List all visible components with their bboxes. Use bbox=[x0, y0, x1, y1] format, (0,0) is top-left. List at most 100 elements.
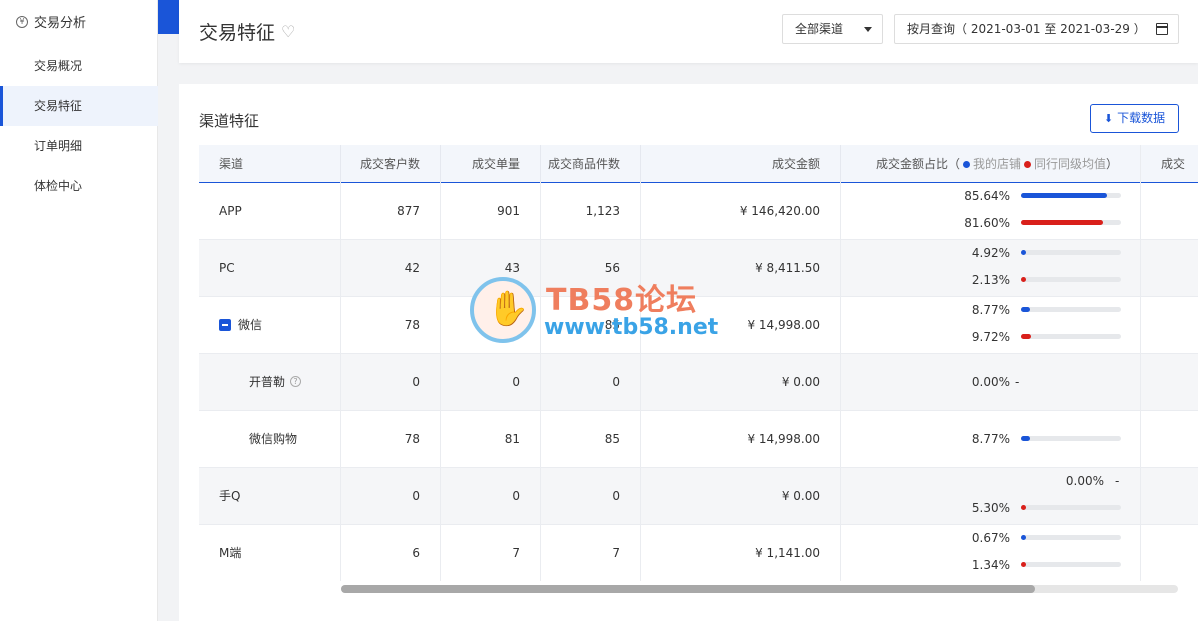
col-items[interactable]: 成交商品件数 bbox=[541, 145, 641, 183]
sidebar-item-order-detail[interactable]: 订单明细 bbox=[0, 126, 158, 166]
mine-share: 0.00% - bbox=[841, 471, 1141, 491]
cell-orders: 0 bbox=[441, 354, 541, 411]
sidebar-item-health-check[interactable]: 体检中心 bbox=[0, 166, 158, 206]
cell-items: 7 bbox=[541, 525, 641, 581]
cell-share: 85.64% 81.60% bbox=[841, 183, 1141, 240]
mine-share: 4.92% bbox=[841, 243, 1141, 263]
cell-items: 1,123 bbox=[541, 183, 641, 240]
peer-bar bbox=[1021, 334, 1031, 339]
col-amount[interactable]: 成交金额 bbox=[641, 145, 841, 183]
accent-strip bbox=[158, 0, 179, 34]
mine-share: 0.00% - bbox=[841, 372, 1141, 392]
col-orders[interactable]: 成交单量 bbox=[441, 145, 541, 183]
table-row: 微信购物 78 81 85 ¥ 14,998.00 8.77% bbox=[199, 411, 1198, 468]
mine-pct: 4.92% bbox=[971, 246, 1010, 260]
cell-channel: M端 bbox=[199, 525, 341, 581]
bar-track bbox=[1021, 220, 1121, 225]
yen-circle-icon: ¥ bbox=[16, 15, 28, 28]
peer-legend-dot bbox=[1023, 161, 1031, 168]
channel-select-value: 全部渠道 bbox=[795, 22, 844, 36]
col-channel: 渠道 bbox=[199, 145, 341, 183]
peer-pct: 2.13% bbox=[971, 273, 1010, 287]
bar-track bbox=[1021, 562, 1121, 567]
cell-channel: 开普勒? bbox=[199, 354, 341, 411]
mine-share: 85.64% bbox=[841, 186, 1141, 206]
heart-icon[interactable]: ♡ bbox=[281, 22, 295, 41]
peer-pct: 81.60% bbox=[964, 216, 1010, 230]
cell-orders: 43 bbox=[441, 240, 541, 297]
cell-share: 0.67% 1.34% bbox=[841, 525, 1141, 581]
table-header: 渠道 成交客户数 成交单量 成交商品件数 成交金额 成交金额占比（ 我的店铺 同行同… bbox=[199, 145, 1198, 183]
peer-pct: 1.34% bbox=[971, 558, 1010, 572]
peer-pct: 5.30% bbox=[971, 501, 1010, 515]
cell-orders: 81 bbox=[441, 411, 541, 468]
sidebar-item-label: 订单明细 bbox=[34, 139, 83, 153]
mine-pct: 8.77% bbox=[971, 303, 1010, 317]
table-row: 微信 78 81 85 ¥ 14,998.00 8.77% 9.72% bbox=[199, 297, 1198, 354]
sidebar-item-label: 交易概况 bbox=[34, 59, 83, 73]
horizontal-scrollbar[interactable] bbox=[341, 585, 1178, 593]
cell-amount: ¥ 0.00 bbox=[641, 468, 841, 525]
cell-channel: 微信 bbox=[199, 297, 341, 354]
download-label: 下载数据 bbox=[1117, 111, 1166, 125]
mine-pct: 8.77% bbox=[971, 432, 1010, 446]
peer-share: 81.60% bbox=[841, 213, 1141, 233]
date-range-picker[interactable]: 按月查询（ 2021-03-01 至 2021-03-29 ） bbox=[894, 14, 1179, 44]
col-extra: 成交 bbox=[1161, 157, 1186, 171]
collapse-icon[interactable] bbox=[219, 318, 231, 331]
peer-bar bbox=[1021, 277, 1026, 282]
cell-orders: 901 bbox=[441, 183, 541, 240]
mine-bar bbox=[1021, 307, 1030, 312]
cell-customers: 877 bbox=[341, 183, 441, 240]
table-row: M端 6 7 7 ¥ 1,141.00 0.67% 1.34% bbox=[199, 525, 1198, 581]
help-icon[interactable]: ? bbox=[290, 376, 302, 387]
col-customers[interactable]: 成交客户数 bbox=[341, 145, 441, 183]
cell-extra bbox=[1141, 468, 1198, 525]
sidebar-section-header[interactable]: ¥ 交易分析 bbox=[16, 12, 86, 31]
cell-amount: ¥ 146,420.00 bbox=[641, 183, 841, 240]
page-header: 交易特征 ♡ 全部渠道 按月查询（ 2021-03-01 至 2021-03-2… bbox=[179, 0, 1198, 63]
mine-share: 8.77% bbox=[841, 429, 1141, 449]
mine-pct: 0.00% bbox=[971, 375, 1010, 389]
download-icon: ⬇ bbox=[1103, 112, 1114, 125]
sidebar-item-overview[interactable]: 交易概况 bbox=[0, 46, 158, 86]
sidebar-item-features[interactable]: 交易特征 bbox=[0, 86, 158, 126]
bar-track bbox=[1021, 193, 1121, 198]
cell-items: 0 bbox=[541, 354, 641, 411]
no-data-dash: - bbox=[1115, 474, 1120, 488]
bar-track bbox=[1021, 307, 1121, 312]
channel-select[interactable]: 全部渠道 bbox=[782, 14, 883, 44]
cell-amount: ¥ 14,998.00 bbox=[641, 297, 841, 354]
cell-channel-label: 开普勒 bbox=[249, 375, 286, 389]
mine-bar bbox=[1021, 535, 1026, 540]
cell-items: 85 bbox=[541, 297, 641, 354]
table-row: 手Q 0 0 0 ¥ 0.00 0.00% - 5.30% bbox=[199, 468, 1198, 525]
date-range-value: 按月查询（ 2021-03-01 至 2021-03-29 ） bbox=[907, 22, 1146, 36]
sidebar-section-title: 交易分析 bbox=[34, 16, 87, 31]
cell-share: 4.92% 2.13% bbox=[841, 240, 1141, 297]
calendar-icon bbox=[1156, 23, 1168, 35]
cell-extra bbox=[1141, 240, 1198, 297]
peer-legend-label: 同行同级均值 bbox=[1033, 157, 1106, 171]
cell-customers: 6 bbox=[341, 525, 441, 581]
mine-bar bbox=[1021, 250, 1026, 255]
peer-bar bbox=[1021, 562, 1026, 567]
cell-orders: 7 bbox=[441, 525, 541, 581]
bar-track bbox=[1021, 535, 1121, 540]
peer-share: 1.34% bbox=[841, 555, 1141, 575]
col-share: 成交金额占比（ 我的店铺 同行同级均值） bbox=[841, 145, 1141, 183]
cell-items: 85 bbox=[541, 411, 641, 468]
cell-channel: APP bbox=[199, 183, 341, 240]
cell-extra bbox=[1141, 525, 1198, 581]
cell-customers: 0 bbox=[341, 354, 441, 411]
mine-legend-label: 我的店铺 bbox=[972, 157, 1021, 171]
cell-items: 56 bbox=[541, 240, 641, 297]
download-button[interactable]: ⬇ 下载数据 bbox=[1090, 104, 1179, 133]
mine-legend-dot bbox=[962, 161, 970, 168]
channel-features-card: 渠道特征 ⬇ 下载数据 渠道 成交客户数 成交单量 成交商品件数 成交金额 成交金… bbox=[179, 84, 1198, 621]
cell-amount: ¥ 14,998.00 bbox=[641, 411, 841, 468]
col-share-close: ） bbox=[1105, 157, 1118, 171]
peer-share: 9.72% bbox=[841, 327, 1141, 347]
bar-track bbox=[1021, 505, 1121, 510]
scrollbar-thumb[interactable] bbox=[341, 585, 1035, 593]
